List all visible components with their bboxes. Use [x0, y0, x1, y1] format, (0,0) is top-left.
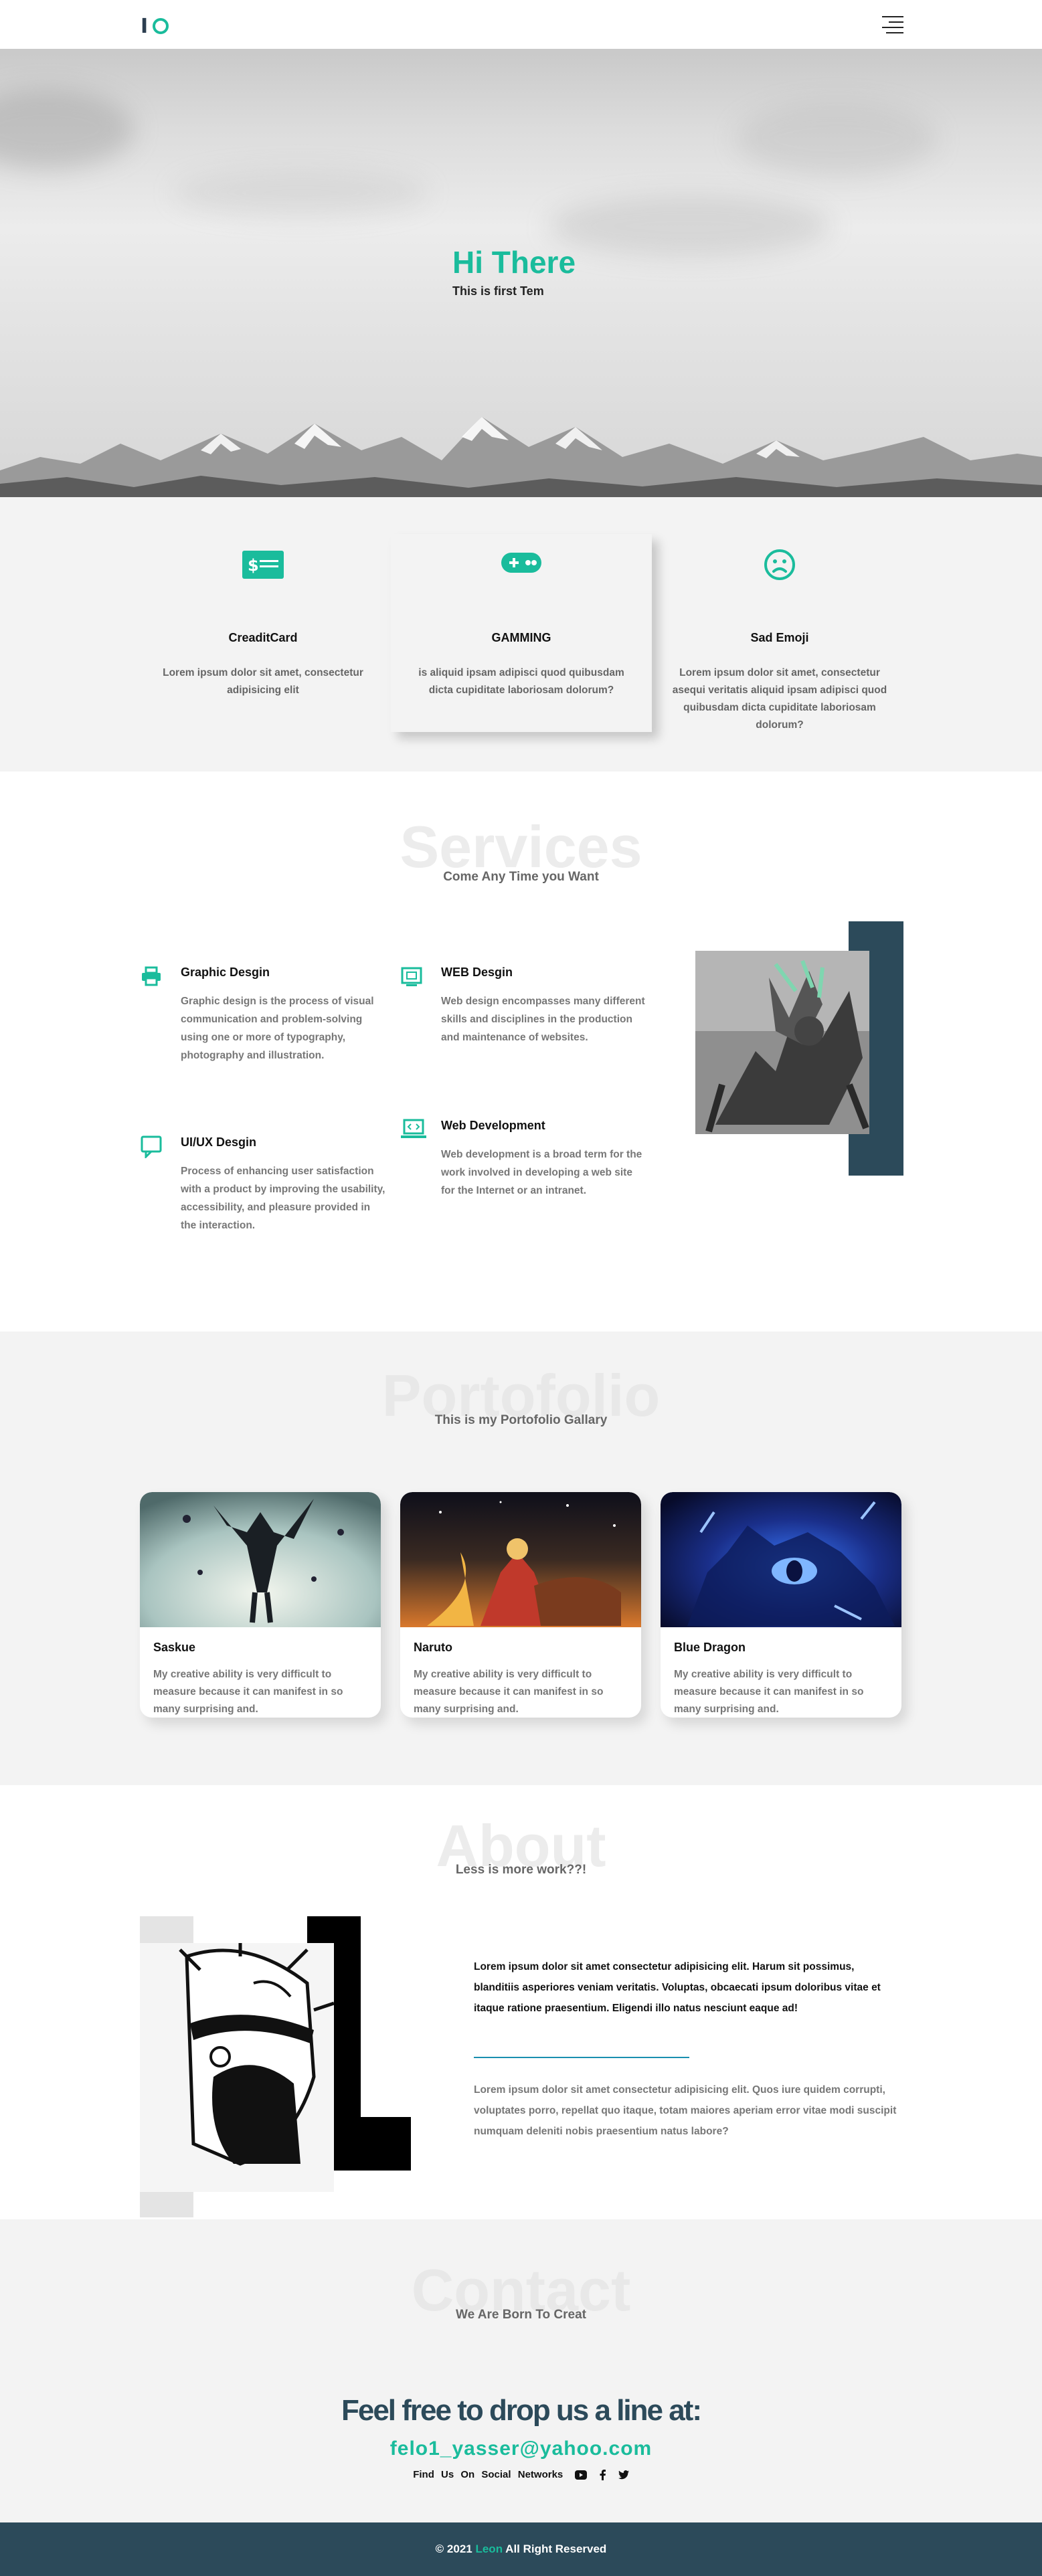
- mountains-image: [0, 417, 1042, 497]
- services-subtitle: Come Any Time you Want: [443, 870, 599, 884]
- portfolio-card-saskue[interactable]: Saskue My creative ability is very diffi…: [140, 1492, 381, 1718]
- card-title: Saskue: [153, 1641, 196, 1654]
- sad-emoji-icon: [764, 549, 795, 580]
- feature-text: Lorem ipsum dolor sit amet, consectetur …: [672, 667, 887, 731]
- contact-email-link[interactable]: felo1_yasser@yahoo.com: [0, 2437, 1042, 2460]
- card-image: [400, 1492, 641, 1627]
- feature-title: Sad Emoji: [750, 631, 809, 644]
- social-label: Find Us On Social Networks: [413, 2469, 563, 2480]
- hero-section: Hi There This is first Tem: [0, 49, 1042, 497]
- social-networks: Find Us On Social Networks: [0, 2469, 1042, 2481]
- service-title: Graphic Desgin: [181, 965, 270, 979]
- service-title: UI/UX Desgin: [181, 1135, 257, 1149]
- contact-headline: Feel free to drop us a line at:: [341, 2394, 702, 2427]
- feature-title: CreaditCard: [228, 631, 298, 644]
- hero-subtitle: This is first Tem: [452, 284, 544, 298]
- monitor-chat-icon: [141, 1135, 162, 1158]
- footer-name: Leon: [475, 2543, 503, 2555]
- about-paragraph-1: Lorem ipsum dolor sit amet consectetur a…: [474, 1961, 881, 2014]
- logo-ring-icon: [153, 18, 169, 34]
- service-text: Web development is a broad term for the …: [441, 1149, 642, 1196]
- about-paragraph-2: Lorem ipsum dolor sit amet consectetur a…: [474, 2084, 897, 2137]
- card-title: Naruto: [414, 1641, 452, 1654]
- card-text: My creative ability is very difficult to…: [153, 1669, 343, 1715]
- portfolio-card-blue-dragon[interactable]: Blue Dragon My creative ability is very …: [661, 1492, 901, 1718]
- feature-credit-card: $ CreaditCard Lorem ipsum dolor sit amet…: [133, 531, 394, 731]
- svg-text:$: $: [248, 556, 259, 575]
- site-footer: © 2021 Leon All Right Reserved: [0, 2522, 1042, 2576]
- feature-text: Lorem ipsum dolor sit amet, consectetur …: [163, 667, 363, 696]
- gamepad-icon: [501, 553, 541, 573]
- portfolio-subtitle: This is my Portofolio Gallary: [434, 1413, 608, 1427]
- feature-text: is aliquid ipsam adipisci quod quibusdam…: [418, 667, 624, 696]
- service-text: Process of enhancing user satisfaction w…: [181, 1166, 385, 1231]
- service-text: Graphic design is the process of visual …: [181, 996, 374, 1061]
- twitter-icon[interactable]: [618, 2470, 629, 2480]
- services-anime-image: [695, 951, 869, 1134]
- contact-subtitle: We Are Born To Creat: [456, 2308, 586, 2322]
- portfolio-section: Portofolio This is my Portofolio Gallary…: [0, 1331, 1042, 1785]
- feature-sad-emoji: Sad Emoji Lorem ipsum dolor sit amet, co…: [649, 531, 910, 731]
- footer-text: © 2021 Leon All Right Reserved: [0, 2543, 1042, 2556]
- hamburger-menu-icon[interactable]: [882, 16, 903, 33]
- about-divider: [474, 2057, 689, 2058]
- card-title: Blue Dragon: [674, 1641, 746, 1654]
- logo[interactable]: I: [141, 15, 169, 38]
- about-subtitle: Less is more work??!: [455, 1863, 587, 1877]
- footer-copyright: © 2021: [435, 2543, 472, 2555]
- credit-card-icon: $: [242, 551, 284, 579]
- card-text: My creative ability is very difficult to…: [414, 1669, 604, 1715]
- card-image: [661, 1492, 901, 1627]
- site-header: I: [0, 0, 1042, 49]
- code-laptop-icon: [401, 1119, 426, 1138]
- features-section: $ CreaditCard Lorem ipsum dolor sit amet…: [0, 497, 1042, 771]
- card-text: My creative ability is very difficult to…: [674, 1669, 864, 1715]
- service-text: Web design encompasses many different sk…: [441, 996, 645, 1043]
- footer-rights: All Right Reserved: [505, 2543, 607, 2555]
- logo-text: I: [141, 15, 149, 38]
- printer-icon: [142, 966, 161, 986]
- portfolio-card-naruto[interactable]: Naruto My creative ability is very diffi…: [400, 1492, 641, 1718]
- youtube-icon[interactable]: [575, 2470, 588, 2480]
- service-title: WEB Desgin: [441, 965, 513, 979]
- card-image: [140, 1492, 381, 1627]
- facebook-icon[interactable]: [600, 2470, 606, 2481]
- feature-title: GAMMING: [491, 631, 551, 644]
- service-title: Web Development: [441, 1119, 545, 1132]
- about-image-frame: [140, 1916, 411, 2217]
- feature-gamming: GAMMING is aliquid ipsam adipisci quod q…: [391, 534, 652, 732]
- about-naruto-image: [140, 1943, 334, 2192]
- web-design-icon: [401, 967, 422, 986]
- hero-title: Hi There: [452, 245, 576, 280]
